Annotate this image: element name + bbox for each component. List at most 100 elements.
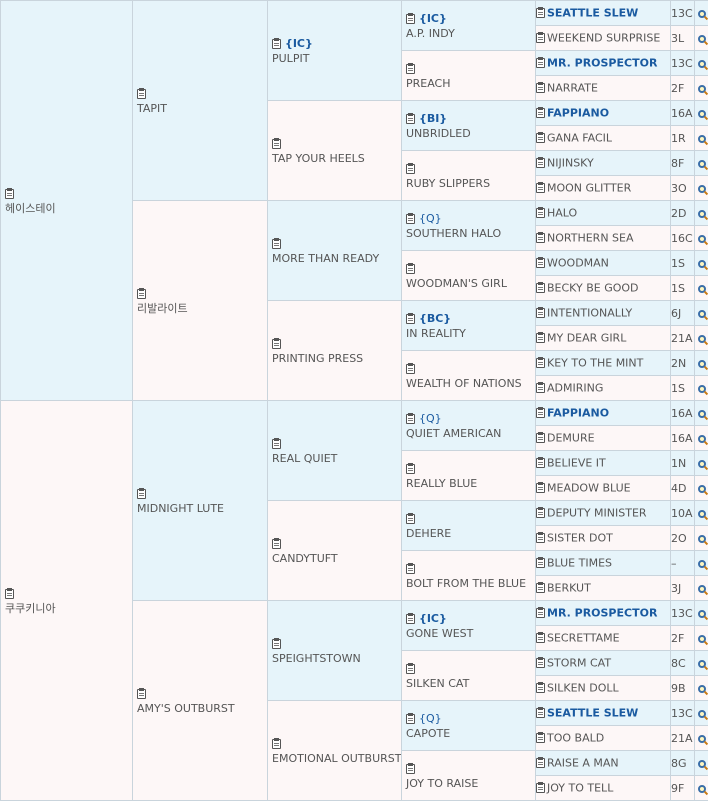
clipboard-icon[interactable] [272,39,281,49]
clipboard-icon[interactable] [406,364,415,374]
horse-name[interactable]: WEEKEND SURPRISE [547,32,660,45]
pedigree-g4-horse[interactable]: {IC}A.P. INDY [402,1,536,51]
pedigree-g4-horse[interactable]: {IC}GONE WEST [402,601,536,651]
clipboard-icon[interactable] [272,739,281,749]
horse-name[interactable]: GONE WEST [406,626,531,641]
clipboard-icon[interactable] [406,564,415,574]
horse-name[interactable]: MEADOW BLUE [547,482,631,495]
clipboard-icon[interactable] [5,589,14,599]
horse-name[interactable]: SISTER DOT [547,532,613,545]
pedigree-g3-horse[interactable]: EMOTIONAL OUTBURST [268,701,402,801]
pedigree-g1-horse[interactable]: 쿠쿠키니아 [1,401,133,801]
clipboard-icon[interactable] [536,633,545,643]
pedigree-g5-horse[interactable]: MR. PROSPECTOR [536,51,671,76]
pedigree-g3-horse[interactable]: SPEIGHTSTOWN [268,601,402,701]
horse-name[interactable]: NIJINSKY [547,157,594,170]
magnifier-icon[interactable] [698,160,706,168]
magnifier-icon[interactable] [698,35,706,43]
clipboard-icon[interactable] [406,164,415,174]
horse-name[interactable]: SILKEN CAT [406,676,531,691]
clipboard-icon[interactable] [536,733,545,743]
clipboard-icon[interactable] [536,533,545,543]
clipboard-icon[interactable] [406,214,415,224]
clipboard-icon[interactable] [536,783,545,793]
search-cell[interactable] [695,501,708,526]
pedigree-g4-horse[interactable]: BOLT FROM THE BLUE [402,551,536,601]
clipboard-icon[interactable] [536,183,545,193]
search-cell[interactable] [695,576,708,601]
horse-name[interactable]: JOY TO RAISE [406,776,531,791]
clipboard-icon[interactable] [406,764,415,774]
horse-name[interactable]: PRINTING PRESS [272,351,397,366]
pedigree-g4-horse[interactable]: REALLY BLUE [402,451,536,501]
pedigree-g4-horse[interactable]: WOODMAN'S GIRL [402,251,536,301]
search-cell[interactable] [695,776,708,801]
magnifier-icon[interactable] [698,335,706,343]
pedigree-g5-horse[interactable]: SEATTLE SLEW [536,701,671,726]
search-cell[interactable] [695,1,708,26]
horse-name[interactable]: INTENTIONALLY [547,307,632,320]
clipboard-icon[interactable] [536,308,545,318]
pedigree-g5-horse[interactable]: RAISE A MAN [536,751,671,776]
horse-name[interactable]: BECKY BE GOOD [547,282,639,295]
search-cell[interactable] [695,526,708,551]
clipboard-icon[interactable] [536,458,545,468]
pedigree-g5-horse[interactable]: MR. PROSPECTOR [536,601,671,626]
magnifier-icon[interactable] [698,685,706,693]
horse-name[interactable]: BERKUT [547,582,591,595]
pedigree-g5-horse[interactable]: SEATTLE SLEW [536,1,671,26]
pedigree-g5-horse[interactable]: NORTHERN SEA [536,226,671,251]
horse-name[interactable]: QUIET AMERICAN [406,426,531,441]
horse-name[interactable]: BLUE TIMES [547,557,612,570]
pedigree-g5-horse[interactable]: MOON GLITTER [536,176,671,201]
pedigree-g5-horse[interactable]: KEY TO THE MINT [536,351,671,376]
horse-name[interactable]: SILKEN DOLL [547,682,619,695]
search-cell[interactable] [695,476,708,501]
pedigree-g4-horse[interactable]: SILKEN CAT [402,651,536,701]
horse-name[interactable]: DEMURE [547,432,595,445]
pedigree-g4-horse[interactable]: {Q}SOUTHERN HALO [402,201,536,251]
horse-name[interactable]: CANDYTUFT [272,551,397,566]
horse-name[interactable]: MY DEAR GIRL [547,332,626,345]
clipboard-icon[interactable] [536,283,545,293]
pedigree-g5-horse[interactable]: INTENTIONALLY [536,301,671,326]
search-cell[interactable] [695,551,708,576]
pedigree-g4-horse[interactable]: JOY TO RAISE [402,751,536,801]
clipboard-icon[interactable] [536,8,545,18]
search-cell[interactable] [695,151,708,176]
magnifier-icon[interactable] [698,135,706,143]
search-cell[interactable] [695,401,708,426]
clipboard-icon[interactable] [536,408,545,418]
clipboard-icon[interactable] [536,658,545,668]
pedigree-g3-horse[interactable]: TAP YOUR HEELS [268,101,402,201]
search-cell[interactable] [695,26,708,51]
horse-name[interactable]: REAL QUIET [272,451,397,466]
horse-name[interactable]: UNBRIDLED [406,126,531,141]
clipboard-icon[interactable] [536,708,545,718]
clipboard-icon[interactable] [272,639,281,649]
horse-name[interactable]: SEATTLE SLEW [547,7,638,20]
search-cell[interactable] [695,751,708,776]
magnifier-icon[interactable] [698,710,706,718]
clipboard-icon[interactable] [536,33,545,43]
horse-name[interactable]: STORM CAT [547,657,611,670]
clipboard-icon[interactable] [406,64,415,74]
horse-name[interactable]: 헤이스테이 [5,201,128,216]
search-cell[interactable] [695,701,708,726]
clipboard-icon[interactable] [137,489,146,499]
horse-name[interactable]: CAPOTE [406,726,531,741]
search-cell[interactable] [695,651,708,676]
horse-name[interactable]: PULPIT [272,51,397,66]
horse-name[interactable]: ADMIRING [547,382,603,395]
horse-name[interactable]: PREACH [406,76,531,91]
horse-name[interactable]: SPEIGHTSTOWN [272,651,397,666]
magnifier-icon[interactable] [698,210,706,218]
pedigree-g3-horse[interactable]: CANDYTUFT [268,501,402,601]
horse-name[interactable]: MR. PROSPECTOR [547,607,657,620]
magnifier-icon[interactable] [698,610,706,618]
search-cell[interactable] [695,101,708,126]
pedigree-g4-horse[interactable]: DEHERE [402,501,536,551]
pedigree-g3-horse[interactable]: REAL QUIET [268,401,402,501]
magnifier-icon[interactable] [698,310,706,318]
search-cell[interactable] [695,301,708,326]
